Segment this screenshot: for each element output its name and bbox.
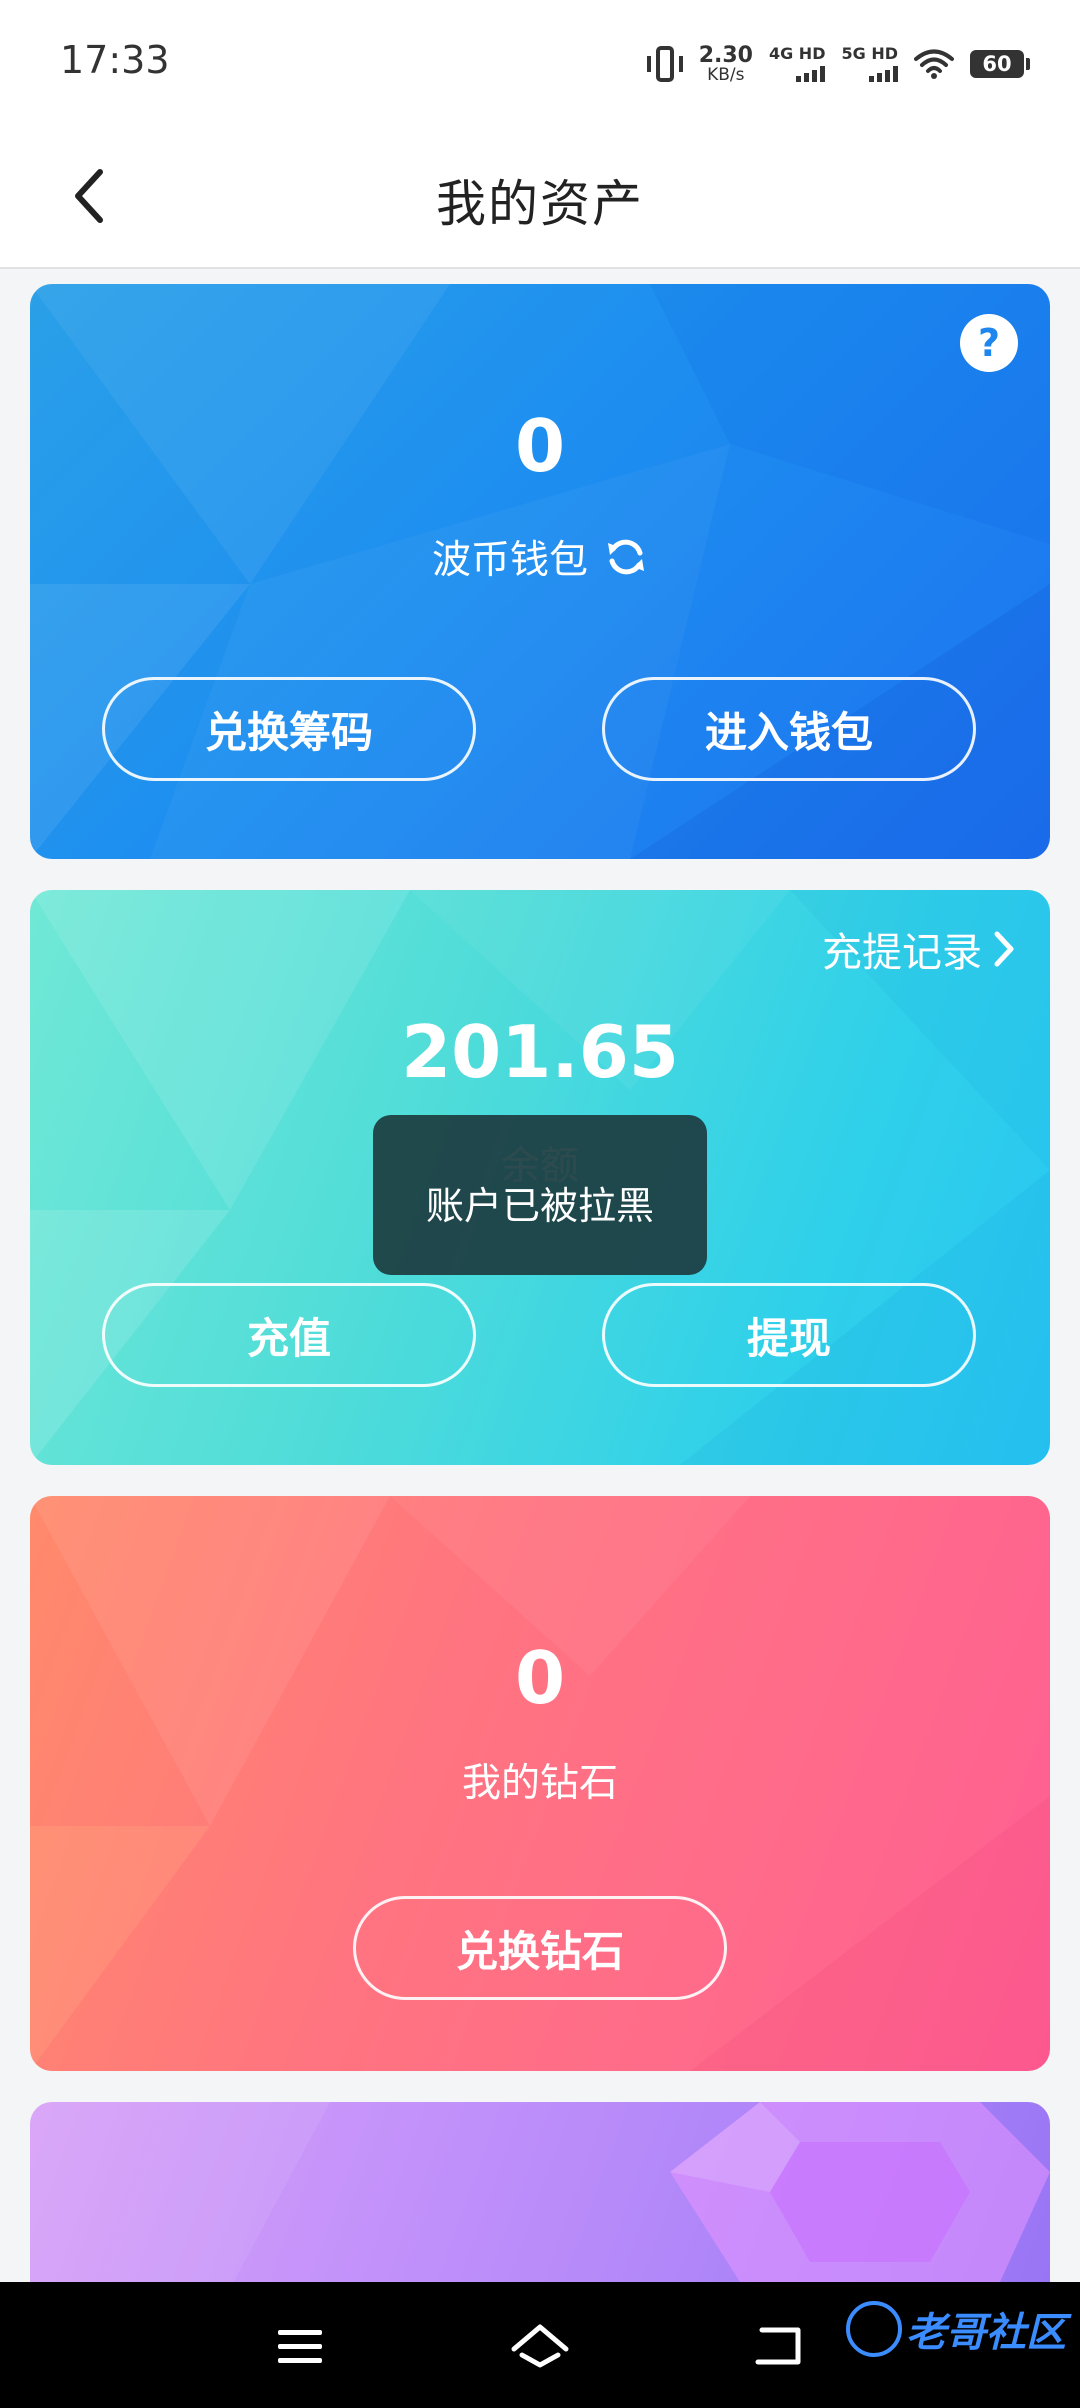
signal-bars-icon [796, 66, 826, 82]
watermark-text: 老哥社区 [906, 2310, 1066, 2356]
wifi-icon [914, 49, 954, 79]
vibrate-icon [646, 44, 683, 84]
diamond-label: 我的钻石 [461, 1761, 618, 1806]
my-assets-page: 17:33 2.30 KB/s 4G HD 5G HD 60 我的资产 ? 0 … [0, 0, 1080, 2408]
toast-message: 账户已被拉黑 [373, 1115, 707, 1275]
network-speed: 2.30 KB/s [698, 42, 753, 85]
wallet-label: 波币钱包 [431, 538, 588, 583]
status-time: 17:33 [60, 38, 170, 82]
page-title: 我的资产 [436, 175, 644, 233]
wallet-amount: 0 [514, 404, 566, 488]
watermark: 老哥社区 [846, 2300, 1066, 2358]
status-bar: 17:33 2.30 KB/s 4G HD 5G HD 60 [0, 0, 1080, 126]
dragon-logo-icon [846, 2301, 902, 2357]
home-icon [511, 2324, 569, 2368]
signal-4g: 4G HD [769, 46, 826, 82]
diamond-card: 0 我的钻石 兑换钻石 [30, 1496, 1050, 2071]
exchange-diamond-button[interactable]: 兑换钻石 [353, 1896, 727, 2000]
network-speed-unit: KB/s [707, 64, 745, 85]
recharge-records-link[interactable]: 充提记录 [822, 920, 1016, 978]
signal-5g: 5G HD [841, 46, 898, 82]
wallet-label-row: 波币钱包 [30, 529, 1050, 585]
battery-icon: 60 [970, 50, 1030, 78]
back-arrow-icon [755, 2327, 801, 2365]
refresh-icon[interactable] [604, 535, 648, 579]
signal-4g-label: 4G HD [768, 44, 826, 63]
system-nav-bar: 老哥社区 [0, 2282, 1080, 2408]
withdraw-button[interactable]: 提现 [602, 1283, 976, 1387]
status-icons: 2.30 KB/s 4G HD 5G HD 60 [646, 40, 1030, 88]
signal-bars-icon [869, 66, 898, 82]
signal-5g-label: 5G HD [841, 44, 898, 63]
help-icon[interactable]: ? [960, 314, 1018, 372]
balance-amount: 201.65 [401, 1010, 679, 1094]
wallet-card: ? 0 波币钱包 兑换筹码 进入钱包 [30, 284, 1050, 859]
exchange-chips-button[interactable]: 兑换筹码 [102, 677, 476, 781]
network-speed-value: 2.30 [698, 42, 753, 68]
menu-button[interactable] [262, 2308, 338, 2384]
enter-wallet-button[interactable]: 进入钱包 [602, 677, 976, 781]
menu-icon [278, 2330, 322, 2363]
gem-icon [670, 2102, 1050, 2282]
back-nav-button[interactable] [742, 2308, 818, 2384]
chevron-right-icon [994, 931, 1014, 967]
recharge-records-label: 充提记录 [822, 930, 982, 976]
home-button[interactable] [502, 2308, 578, 2384]
toast-text: 账户已被拉黑 [425, 1184, 654, 1228]
recharge-button[interactable]: 充值 [102, 1283, 476, 1387]
header-bar: 我的资产 [0, 126, 1080, 269]
diamond-amount: 0 [514, 1636, 566, 1720]
